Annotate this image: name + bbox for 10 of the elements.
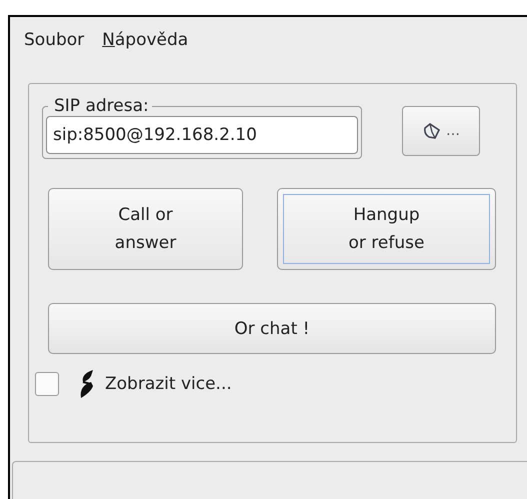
checkbox-label[interactable]: Zobrazit vice... [105, 374, 232, 394]
sip-field[interactable]: sip:8500@192.168.2.10 [46, 116, 358, 154]
menu-item[interactable]: Soubor [24, 29, 84, 73]
call-button[interactable]: Call or answer [48, 188, 243, 270]
call-button[interactable]: Hangup or refuse [277, 188, 496, 270]
group-label: SIP adresa: [53, 96, 150, 116]
menu-item[interactable]: Nápověda [102, 29, 188, 73]
address-book-button[interactable]: … [402, 106, 480, 156]
checkbox[interactable] [35, 372, 59, 396]
chat-button[interactable]: Or chat ! [48, 303, 496, 354]
